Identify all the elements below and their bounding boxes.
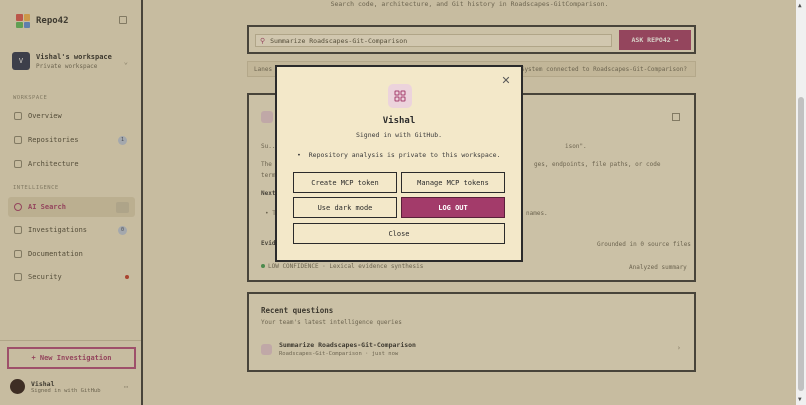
- manage-mcp-tokens-button[interactable]: Manage MCP tokens: [401, 172, 505, 193]
- bullet-icon: •: [297, 151, 309, 159]
- scroll-thumb[interactable]: [798, 97, 804, 391]
- logout-button[interactable]: LOG OUT: [401, 197, 505, 218]
- scroll-down-icon[interactable]: ▼: [798, 396, 802, 403]
- scroll-up-icon[interactable]: ▲: [798, 2, 802, 9]
- modal-title: Vishal: [382, 116, 416, 126]
- modal-info-text: Repository analysis is private to this w…: [308, 151, 501, 159]
- grid-icon: [388, 84, 412, 108]
- modal-subtitle: Signed in with GitHub.: [355, 131, 443, 139]
- scrollbar[interactable]: ▲ ▼: [796, 0, 806, 405]
- dark-mode-button[interactable]: Use dark mode: [293, 197, 397, 218]
- create-mcp-token-button[interactable]: Create MCP token: [293, 172, 397, 193]
- close-button[interactable]: Close: [293, 223, 505, 244]
- account-modal: ✕ Vishal Signed in with GitHub. • Reposi…: [275, 65, 523, 262]
- modal-info: • Repository analysis is private to this…: [297, 151, 501, 159]
- close-icon[interactable]: ✕: [500, 75, 512, 87]
